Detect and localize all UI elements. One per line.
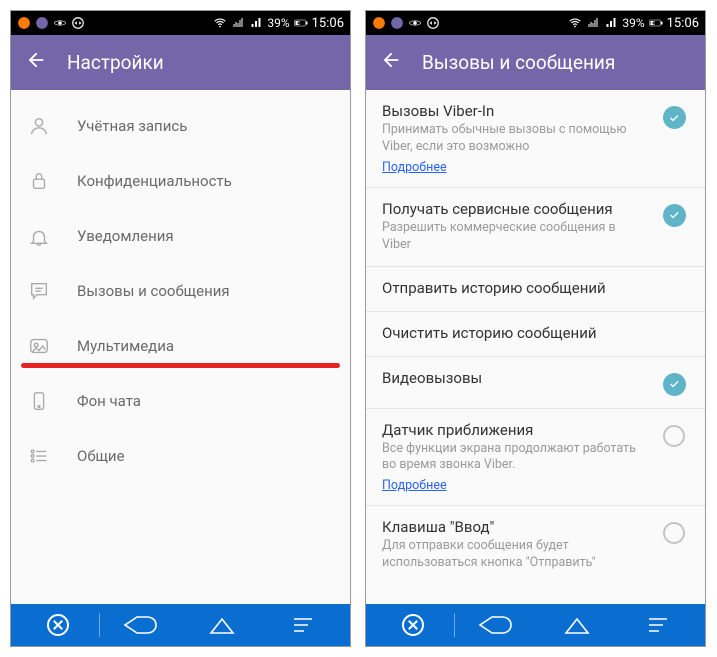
- signal-icon: [249, 16, 263, 30]
- app-bar: Настройки: [11, 35, 350, 90]
- battery-percent: 39%: [267, 16, 289, 30]
- battery-icon: [294, 16, 308, 30]
- teamviewer-icon: [426, 16, 440, 30]
- learn-more-link[interactable]: Подробнее: [382, 160, 447, 175]
- options-list: Вызовы Viber-In Принимать обычные вызовы…: [366, 90, 705, 604]
- phone-left: 39% 15:06 Настройки Учётная запись Конфи…: [10, 10, 351, 647]
- nav-recent-icon[interactable]: [618, 604, 700, 646]
- viber-icon: [35, 16, 49, 30]
- settings-item-notifications[interactable]: Уведомления: [11, 208, 350, 263]
- option-title: Отправить историю сообщений: [382, 279, 677, 297]
- network-icon: [586, 16, 600, 30]
- option-video-calls[interactable]: Видеовызовы: [366, 357, 705, 409]
- nav-teamviewer-icon[interactable]: [17, 604, 99, 646]
- app-bar: Вызовы и сообщения: [366, 35, 705, 90]
- nav-back-icon[interactable]: [455, 604, 537, 646]
- option-title: Получать сервисные сообщения: [382, 200, 647, 218]
- viber-icon: [390, 16, 404, 30]
- eye-icon: [53, 16, 67, 30]
- learn-more-link[interactable]: Подробнее: [382, 478, 447, 493]
- nav-bar: [366, 604, 705, 646]
- option-title: Клавиша "Ввод": [382, 518, 647, 536]
- status-time: 15:06: [312, 16, 344, 31]
- eye-icon: [408, 16, 422, 30]
- lock-icon: [27, 169, 51, 193]
- settings-item-label: Мультимедиа: [77, 337, 174, 355]
- settings-item-label: Конфиденциальность: [77, 172, 232, 190]
- media-icon: [27, 334, 51, 358]
- option-title: Вызовы Viber-In: [382, 102, 647, 120]
- nav-recent-icon[interactable]: [263, 604, 345, 646]
- nav-teamviewer-icon[interactable]: [372, 604, 454, 646]
- app-bar-title: Вызовы и сообщения: [422, 51, 615, 74]
- settings-item-label: Общие: [77, 447, 125, 465]
- checkbox-on-icon[interactable]: [663, 373, 686, 396]
- uc-icon: [372, 16, 386, 30]
- option-service-messages[interactable]: Получать сервисные сообщения Разрешить к…: [366, 188, 705, 267]
- checkbox-on-icon[interactable]: [663, 204, 686, 227]
- option-enter-key[interactable]: Клавиша "Ввод" Для отправки сообщения бу…: [366, 506, 705, 584]
- uc-icon: [17, 16, 31, 30]
- status-bar: 39% 15:06: [366, 11, 705, 35]
- option-subtitle: Все функции экрана продолжают работать в…: [382, 441, 647, 475]
- option-subtitle: Принимать обычные вызовы с помощью Viber…: [382, 122, 647, 156]
- settings-list: Учётная запись Конфиденциальность Уведом…: [11, 90, 350, 604]
- back-icon[interactable]: [380, 49, 402, 76]
- wifi-icon: [213, 16, 227, 30]
- network-icon: [231, 16, 245, 30]
- nav-back-icon[interactable]: [100, 604, 182, 646]
- settings-item-label: Вызовы и сообщения: [77, 282, 230, 300]
- settings-item-label: Уведомления: [77, 227, 174, 245]
- nav-home-icon[interactable]: [536, 604, 618, 646]
- message-icon: [27, 279, 51, 303]
- option-title: Датчик приближения: [382, 421, 647, 439]
- settings-item-general[interactable]: Общие: [11, 428, 350, 483]
- settings-item-background[interactable]: Фон чата: [11, 373, 350, 428]
- account-icon: [27, 114, 51, 138]
- option-clear-history[interactable]: Очистить историю сообщений: [366, 312, 705, 357]
- list-icon: [27, 444, 51, 468]
- option-title: Видеовызовы: [382, 369, 647, 387]
- settings-item-account[interactable]: Учётная запись: [11, 98, 350, 153]
- nav-bar: [11, 604, 350, 646]
- option-send-history[interactable]: Отправить историю сообщений: [366, 267, 705, 312]
- bell-icon: [27, 224, 51, 248]
- settings-item-label: Учётная запись: [77, 117, 187, 135]
- checkbox-on-icon[interactable]: [663, 106, 686, 129]
- settings-item-privacy[interactable]: Конфиденциальность: [11, 153, 350, 208]
- battery-percent: 39%: [622, 16, 644, 30]
- phone-right: 39% 15:06 Вызовы и сообщения Вызовы Vibe…: [365, 10, 706, 647]
- settings-item-label: Фон чата: [77, 392, 141, 410]
- battery-icon: [649, 16, 663, 30]
- option-title: Очистить историю сообщений: [382, 324, 677, 342]
- status-time: 15:06: [667, 16, 699, 31]
- signal-icon: [604, 16, 618, 30]
- phone-icon: [27, 389, 51, 413]
- back-icon[interactable]: [25, 49, 47, 76]
- highlight-underline: [21, 363, 340, 368]
- settings-item-calls-messages[interactable]: Вызовы и сообщения: [11, 263, 350, 318]
- option-viber-in[interactable]: Вызовы Viber-In Принимать обычные вызовы…: [366, 90, 705, 188]
- option-subtitle: Для отправки сообщения будет использоват…: [382, 538, 647, 572]
- option-proximity[interactable]: Датчик приближения Все функции экрана пр…: [366, 409, 705, 507]
- teamviewer-icon: [71, 16, 85, 30]
- checkbox-off-icon[interactable]: [663, 425, 685, 447]
- option-subtitle: Разрешить коммерческие сообщения в Viber: [382, 220, 647, 254]
- checkbox-off-icon[interactable]: [663, 522, 685, 544]
- nav-home-icon[interactable]: [181, 604, 263, 646]
- app-bar-title: Настройки: [67, 51, 164, 74]
- wifi-icon: [568, 16, 582, 30]
- status-bar: 39% 15:06: [11, 11, 350, 35]
